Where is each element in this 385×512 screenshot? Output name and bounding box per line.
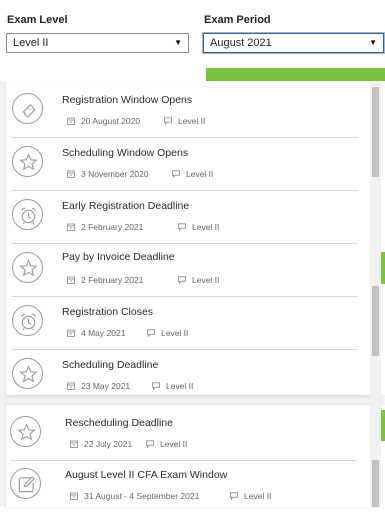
event-title: Early Registration Deadline bbox=[62, 200, 190, 212]
event-level-text: Level II bbox=[192, 222, 220, 232]
event-level-text: Level II bbox=[161, 328, 189, 338]
event-date: 20 August 2020 bbox=[67, 116, 140, 126]
event-level-text: Level II bbox=[166, 381, 194, 391]
scrollbar-thumb[interactable] bbox=[372, 460, 379, 507]
accent-marker bbox=[381, 252, 385, 284]
exam-period-select[interactable]: August 2021 ▼ bbox=[203, 33, 384, 53]
scrollbar-thumb[interactable] bbox=[372, 87, 379, 177]
timeline-event-row: Rescheduling Deadline 22 July 2021 Level I… bbox=[10, 408, 356, 461]
dropdown-arrow-icon: ▼ bbox=[369, 38, 377, 47]
timeline-event-row: Registration Window Opens 20 August 2020 L… bbox=[12, 85, 358, 138]
exam-period-label: Exam Period bbox=[204, 14, 271, 26]
event-date: 3 November 2020 bbox=[67, 169, 149, 179]
event-date-text: 23 May 2021 bbox=[81, 381, 131, 391]
ticket-icon bbox=[12, 93, 43, 124]
exam-level-select[interactable]: Level II ▼ bbox=[6, 33, 189, 53]
scrollbar-thumb[interactable] bbox=[372, 286, 379, 356]
event-level-text: Level II bbox=[244, 491, 272, 501]
star-icon bbox=[12, 252, 43, 283]
scrollbar[interactable] bbox=[370, 81, 381, 395]
event-date: 2 February 2021 bbox=[67, 275, 143, 285]
edit-icon bbox=[10, 468, 41, 499]
event-date: 31 August - 4 September 2021 bbox=[70, 491, 199, 501]
level-flag-icon bbox=[152, 382, 160, 391]
timeline-event-row: Registration Closes 4 May 2021 Level II bbox=[12, 297, 358, 350]
event-date-text: 4 May 2021 bbox=[81, 328, 126, 338]
calendar-icon bbox=[67, 329, 75, 337]
event-title: August Level II CFA Exam Window bbox=[65, 469, 228, 481]
scrollbar[interactable] bbox=[370, 405, 381, 507]
event-level-text: Level II bbox=[192, 275, 220, 285]
event-level: Level II bbox=[146, 439, 187, 449]
event-date: 4 May 2021 bbox=[67, 328, 125, 338]
level-flag-icon bbox=[172, 170, 180, 179]
filter-bar: Exam Level Level II ▼ Exam Period August… bbox=[0, 0, 385, 62]
exam-level-label: Exam Level bbox=[7, 14, 68, 26]
timeline-event-row: Pay by Invoice Deadline 2 February 2021 Le… bbox=[12, 244, 358, 297]
event-title: Pay by Invoice Deadline bbox=[62, 251, 175, 263]
calendar-icon bbox=[67, 170, 75, 178]
event-date-text: 3 November 2020 bbox=[81, 169, 149, 179]
level-flag-icon bbox=[230, 492, 238, 501]
accent-marker bbox=[381, 410, 385, 441]
star-icon bbox=[10, 416, 41, 447]
event-date-text: 20 August 2020 bbox=[81, 116, 141, 126]
event-title: Rescheduling Deadline bbox=[65, 417, 173, 429]
calendar-icon bbox=[70, 440, 78, 448]
level-flag-icon bbox=[178, 223, 186, 232]
event-date: 23 May 2021 bbox=[67, 381, 130, 391]
exam-period-value: August 2021 bbox=[210, 37, 272, 49]
event-level-text: Level II bbox=[186, 169, 214, 179]
star-icon bbox=[12, 146, 43, 177]
exam-level-value: Level II bbox=[13, 37, 49, 49]
accent-bar bbox=[206, 68, 385, 81]
event-title: Scheduling Window Opens bbox=[62, 147, 189, 159]
calendar-icon bbox=[70, 492, 78, 500]
event-level: Level II bbox=[164, 116, 205, 126]
calendar-icon bbox=[67, 276, 75, 284]
event-level-text: Level II bbox=[160, 439, 188, 449]
star-icon bbox=[12, 358, 43, 389]
timeline-event-row: Scheduling Deadline 23 May 2021 Level II bbox=[12, 350, 358, 402]
timeline-event-row: Scheduling Window Opens 3 November 2020 Le… bbox=[12, 138, 358, 191]
event-date-text: 2 February 2021 bbox=[81, 275, 144, 285]
alarm-clock-icon bbox=[12, 305, 43, 336]
calendar-icon bbox=[67, 382, 75, 390]
level-flag-icon bbox=[164, 117, 172, 126]
event-level: Level II bbox=[152, 381, 193, 391]
event-date: 2 February 2021 bbox=[67, 222, 143, 232]
event-title: Registration Window Opens bbox=[62, 94, 193, 106]
dropdown-arrow-icon: ▼ bbox=[174, 38, 182, 47]
calendar-icon bbox=[67, 223, 75, 231]
event-level: Level II bbox=[178, 275, 219, 285]
alarm-clock-icon bbox=[12, 199, 43, 230]
event-date-text: 2 February 2021 bbox=[81, 222, 144, 232]
event-level-text: Level II bbox=[178, 116, 206, 126]
timeline-event-row: Early Registration Deadline 2 February 20… bbox=[12, 191, 358, 244]
timeline-event-row: August Level II CFA Exam Window 31 August… bbox=[10, 460, 356, 512]
event-title: Registration Closes bbox=[62, 306, 154, 318]
event-date-text: 22 July 2021 bbox=[84, 439, 133, 449]
event-date-text: 31 August - 4 September 2021 bbox=[84, 491, 200, 501]
event-level: Level II bbox=[178, 222, 219, 232]
level-flag-icon bbox=[178, 276, 186, 285]
event-level: Level II bbox=[230, 491, 271, 501]
calendar-icon bbox=[67, 117, 75, 125]
event-level: Level II bbox=[147, 328, 188, 338]
level-flag-icon bbox=[146, 440, 154, 449]
event-level: Level II bbox=[172, 169, 213, 179]
level-flag-icon bbox=[147, 329, 155, 338]
event-date: 22 July 2021 bbox=[70, 439, 132, 449]
event-title: Scheduling Deadline bbox=[62, 359, 159, 371]
